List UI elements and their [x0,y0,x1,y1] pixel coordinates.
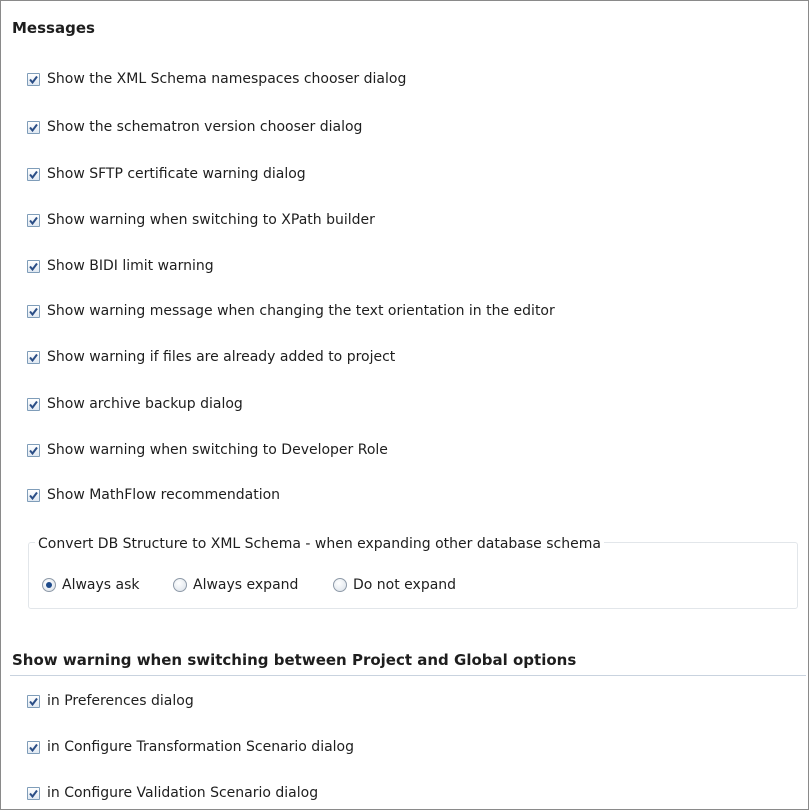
checkbox-label: Show warning when switching to Developer… [47,442,388,458]
radio-label: Always expand [193,577,299,593]
checkbox-label: Show the XML Schema namespaces chooser d… [47,71,407,87]
checkbox-label: Show BIDI limit warning [47,258,214,274]
checkbox-label: Show the schematron version chooser dial… [47,119,363,135]
checkbox-checked-icon[interactable] [27,167,40,181]
section-separator [10,675,806,676]
checkbox-sftp-certificate[interactable]: Show SFTP certificate warning dialog [27,164,306,184]
checkbox-checked-icon[interactable] [27,350,40,364]
checkbox-checked-icon[interactable] [27,740,40,754]
checkbox-label: in Preferences dialog [47,693,194,709]
checkbox-transformation-scenario[interactable]: in Configure Transformation Scenario dia… [27,737,354,757]
radio-unselected-icon[interactable] [173,578,187,592]
checkbox-checked-icon[interactable] [27,786,40,800]
radio-do-not-expand[interactable]: Do not expand [333,575,456,595]
checkbox-checked-icon[interactable] [27,397,40,411]
checkbox-schematron-version[interactable]: Show the schematron version chooser dial… [27,117,362,137]
checkbox-label: Show archive backup dialog [47,396,243,412]
checkbox-label: Show warning message when changing the t… [47,303,555,319]
checkbox-label: in Configure Validation Scenario dialog [47,785,319,801]
preferences-panel: Messages Show the XML Schema namespaces … [0,0,809,810]
radio-label: Always ask [62,577,140,593]
messages-section-title: Messages [12,19,95,37]
radio-unselected-icon[interactable] [333,578,347,592]
checkbox-xpath-builder[interactable]: Show warning when switching to XPath bui… [27,210,375,230]
checkbox-preferences-dialog[interactable]: in Preferences dialog [27,691,194,711]
checkbox-checked-icon[interactable] [27,120,40,134]
radio-always-ask[interactable]: Always ask [42,575,140,595]
checkbox-files-added-to-project[interactable]: Show warning if files are already added … [27,347,395,367]
checkbox-developer-role[interactable]: Show warning when switching to Developer… [27,440,388,460]
checkbox-label: Show warning when switching to XPath bui… [47,212,375,228]
checkbox-xml-schema-namespaces[interactable]: Show the XML Schema namespaces chooser d… [27,69,406,89]
project-global-section-title: Show warning when switching between Proj… [12,651,577,669]
checkbox-label: Show MathFlow recommendation [47,487,281,503]
radio-label: Do not expand [353,577,457,593]
checkbox-checked-icon[interactable] [27,72,40,86]
checkbox-label: Show warning if files are already added … [47,349,396,365]
checkbox-checked-icon[interactable] [27,443,40,457]
checkbox-checked-icon[interactable] [27,304,40,318]
convert-db-group-title: Convert DB Structure to XML Schema - whe… [35,536,604,552]
checkbox-validation-scenario[interactable]: in Configure Validation Scenario dialog [27,783,318,803]
checkbox-checked-icon[interactable] [27,259,40,273]
checkbox-checked-icon[interactable] [27,694,40,708]
checkbox-text-orientation[interactable]: Show warning message when changing the t… [27,301,555,321]
radio-always-expand[interactable]: Always expand [173,575,298,595]
checkbox-checked-icon[interactable] [27,213,40,227]
checkbox-mathflow-recommendation[interactable]: Show MathFlow recommendation [27,485,280,505]
checkbox-checked-icon[interactable] [27,488,40,502]
checkbox-label: in Configure Transformation Scenario dia… [47,739,355,755]
radio-selected-icon[interactable] [42,578,56,592]
checkbox-bidi-limit[interactable]: Show BIDI limit warning [27,256,214,276]
checkbox-archive-backup[interactable]: Show archive backup dialog [27,394,243,414]
checkbox-label: Show SFTP certificate warning dialog [47,166,306,182]
